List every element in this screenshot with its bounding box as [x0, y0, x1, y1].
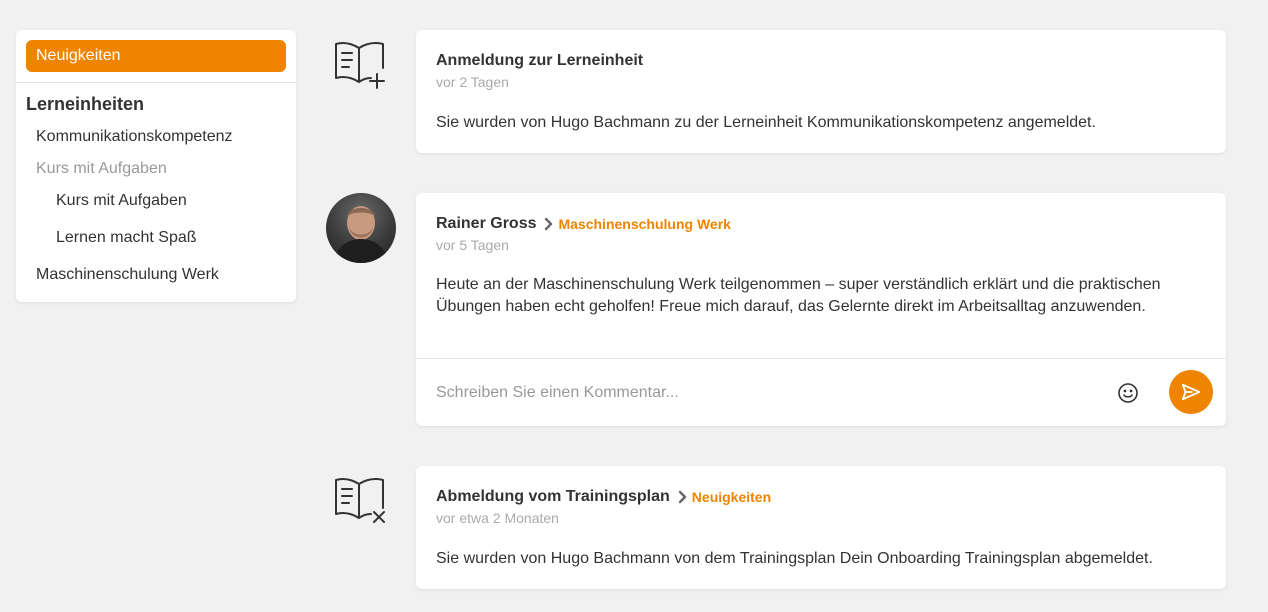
sidebar-item-kurs-mit-aufgaben[interactable]: Kurs mit Aufgaben [56, 192, 187, 210]
sidebar-nav: Neuigkeiten Lerneinheiten Kommunikations… [16, 30, 296, 302]
sidebar-item-lernen-macht-spass[interactable]: Lernen macht Spaß [56, 229, 197, 247]
post-timestamp: vor 5 Tagen [436, 237, 509, 253]
post-author[interactable]: Rainer Gross [436, 215, 536, 233]
sidebar-item-kommunikationskompetenz[interactable]: Kommunikationskompetenz [36, 128, 233, 146]
post-header: Rainer Gross Maschinenschulung Werk [436, 215, 731, 233]
feed-card-anmeldung: Anmeldung zur Lerneinheit vor 2 Tagen Si… [416, 30, 1226, 153]
post-breadcrumb-link[interactable]: Maschinenschulung Werk [558, 216, 730, 232]
comment-divider [416, 358, 1226, 359]
feed-card-post: Rainer Gross Maschinenschulung Werk vor … [416, 193, 1226, 426]
send-button[interactable] [1169, 370, 1213, 414]
feed-card-header: Abmeldung vom Trainingsplan Neuigkeiten [436, 488, 771, 506]
sidebar-item-maschinenschulung-werk[interactable]: Maschinenschulung Werk [36, 266, 219, 284]
feed-card-timestamp: vor etwa 2 Monaten [436, 510, 559, 526]
feed-card-breadcrumb-link[interactable]: Neuigkeiten [692, 489, 771, 505]
book-x-icon [331, 474, 391, 534]
sidebar-heading: Lerneinheiten [26, 94, 145, 114]
emoji-icon[interactable] [1116, 381, 1140, 405]
sidebar-group-kurs-mit-aufgaben: Kurs mit Aufgaben [36, 160, 167, 177]
comment-input[interactable] [436, 381, 1096, 405]
feed-card-body: Sie wurden von Hugo Bachmann von dem Tra… [436, 550, 1153, 567]
feed-card-title: Anmeldung zur Lerneinheit [436, 52, 644, 69]
feed-card-abmeldung: Abmeldung vom Trainingsplan Neuigkeiten … [416, 466, 1226, 589]
sidebar-divider [16, 82, 296, 83]
feed-card-body: Sie wurden von Hugo Bachmann zu der Lern… [436, 114, 1096, 131]
chevron-right-icon [544, 217, 554, 231]
post-body: Heute an der Maschinenschulung Werk teil… [436, 276, 1161, 315]
book-plus-icon [331, 38, 391, 98]
chevron-right-icon [678, 490, 688, 504]
sidebar-item-neuigkeiten[interactable]: Neuigkeiten [26, 40, 286, 72]
feed-card-timestamp: vor 2 Tagen [436, 74, 509, 90]
send-icon [1181, 383, 1201, 401]
feed-card-title: Abmeldung vom Trainingsplan [436, 488, 670, 505]
avatar[interactable] [326, 193, 396, 263]
